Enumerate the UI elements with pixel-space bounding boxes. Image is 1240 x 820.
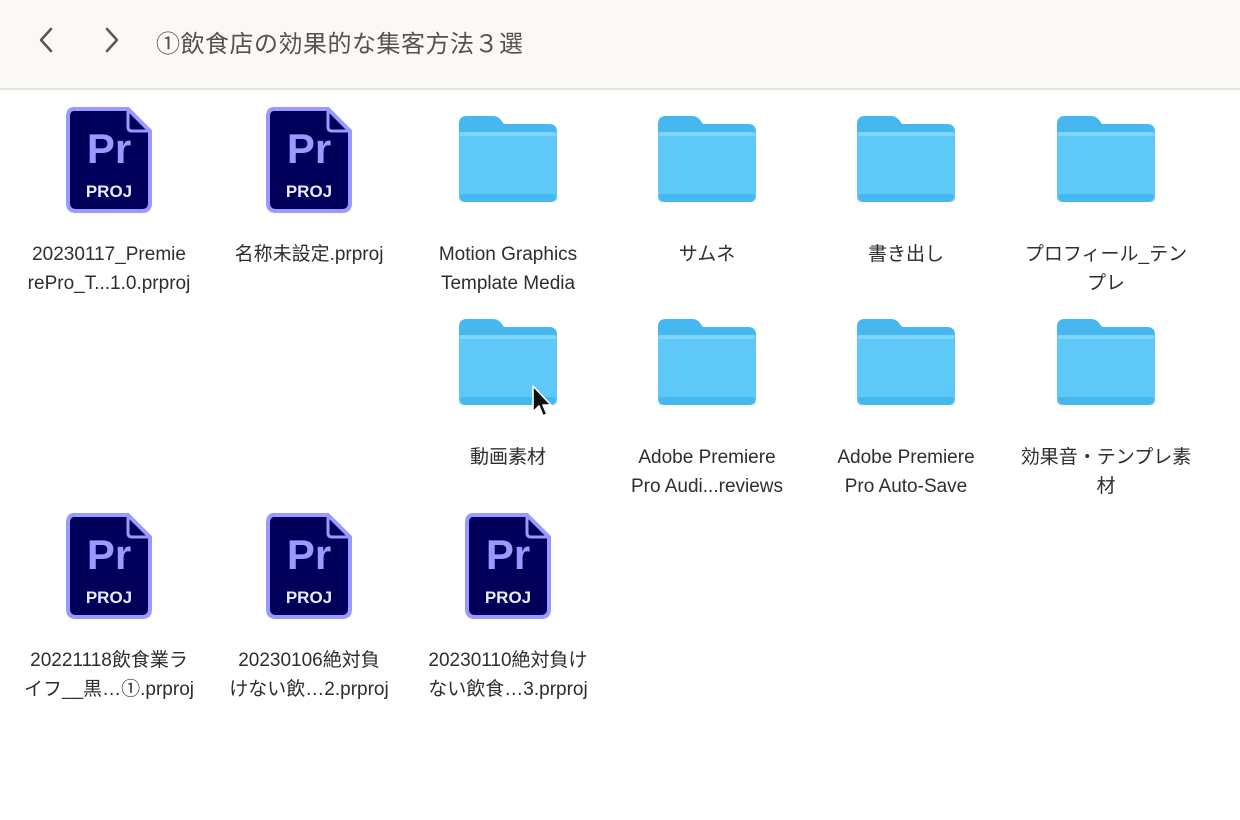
item-label: 20230110絶対負け ない飲食…3.prproj: [417, 646, 599, 704]
svg-text:PROJ: PROJ: [286, 588, 332, 607]
item-label-line1: 20221118飲食業ラ: [30, 650, 188, 671]
item-label-line1: 動画素材: [469, 447, 546, 468]
item-icon-wrap: [1011, 90, 1201, 230]
file-item[interactable]: Pr PROJ 20230117_Premie rePro_T...1.0.pr…: [14, 90, 204, 294]
folder-item[interactable]: プロフィール_テン プレ: [1011, 90, 1201, 294]
svg-text:Pr: Pr: [287, 125, 331, 172]
item-label-line1: Adobe Premiere: [638, 447, 776, 468]
file-item[interactable]: Pr PROJ 20230106絶対負 けない飲…2.prproj: [214, 496, 404, 700]
item-label: サムネ: [616, 240, 798, 269]
folder-icon: [857, 116, 955, 202]
item-label: 動画素材: [417, 443, 599, 472]
folder-icon: [459, 116, 557, 202]
svg-text:PROJ: PROJ: [286, 182, 332, 201]
item-label-line1: Adobe Premiere: [837, 447, 975, 468]
item-label: 効果音・テンプレ素 材: [1015, 443, 1197, 501]
item-label-line1: 20230106絶対負: [238, 650, 380, 671]
item-label-line2: けない飲…2.prproj: [229, 679, 389, 700]
folder-icon: [658, 319, 756, 405]
svg-text:PROJ: PROJ: [86, 182, 132, 201]
premiere-project-icon: Pr PROJ: [66, 107, 152, 213]
mouse-pointer-icon: [532, 385, 552, 417]
folder-item[interactable]: サムネ: [612, 90, 802, 280]
item-label-line2: Template Media: [440, 273, 576, 294]
item-label-line1: 20230110絶対負け: [428, 650, 588, 671]
folder-item[interactable]: 動画素材: [413, 293, 603, 483]
folder-item[interactable]: Adobe Premiere Pro Audi...reviews: [612, 293, 802, 497]
item-icon-wrap: Pr PROJ: [214, 496, 404, 636]
folder-icon: [1057, 319, 1155, 405]
svg-text:Pr: Pr: [287, 531, 331, 578]
item-label: 20221118飲食業ラ イフ__黒…①.prproj: [18, 646, 200, 704]
svg-text:Pr: Pr: [87, 531, 131, 578]
window-title: ①飲食店の効果的な集客方法３選: [156, 31, 524, 58]
item-icon-wrap: [1011, 293, 1201, 433]
item-icon-wrap: Pr PROJ: [413, 496, 603, 636]
item-icon-wrap: Pr PROJ: [14, 90, 204, 230]
premiere-project-icon: Pr PROJ: [266, 513, 352, 619]
item-icon-wrap: [413, 90, 603, 230]
item-icon-wrap: [612, 293, 802, 433]
item-icon-wrap: [612, 90, 802, 230]
item-label-line2: rePro_T...1.0.prproj: [27, 273, 191, 294]
item-label: Adobe Premiere Pro Auto-Save: [815, 443, 997, 501]
svg-text:PROJ: PROJ: [86, 588, 132, 607]
folder-item[interactable]: Adobe Premiere Pro Auto-Save: [811, 293, 1001, 497]
file-grid: Pr PROJ 20230117_Premie rePro_T...1.0.pr…: [0, 90, 1240, 820]
premiere-project-icon: Pr PROJ: [266, 107, 352, 213]
item-label: 20230106絶対負 けない飲…2.prproj: [218, 646, 400, 704]
item-label-line2: 材: [1096, 476, 1116, 497]
item-label-line1: Motion Graphics: [438, 244, 578, 265]
back-button[interactable]: [26, 20, 66, 60]
item-label-line2: Pro Audi...reviews: [630, 476, 784, 497]
file-item[interactable]: Pr PROJ 20221118飲食業ラ イフ__黒…①.prproj: [14, 496, 204, 700]
item-label-line1: サムネ: [678, 244, 736, 265]
item-label: Motion Graphics Template Media: [417, 240, 599, 298]
folder-icon: [658, 116, 756, 202]
finder-toolbar: ①飲食店の効果的な集客方法３選: [0, 0, 1240, 90]
folder-icon: [857, 319, 955, 405]
folder-item[interactable]: 書き出し: [811, 90, 1001, 280]
item-label-line1: 20230117_Premie: [32, 244, 186, 265]
premiere-project-icon: Pr PROJ: [465, 513, 551, 619]
item-label-line2: イフ__黒…①.prproj: [24, 679, 194, 700]
item-label-line1: 名称未設定.prproj: [234, 244, 384, 265]
item-icon-wrap: Pr PROJ: [214, 90, 404, 230]
chevron-left-icon: [39, 27, 53, 53]
item-label-line2: ない飲食…3.prproj: [428, 679, 588, 700]
item-label-line1: 効果音・テンプレ素: [1020, 447, 1192, 468]
premiere-project-icon: Pr PROJ: [66, 513, 152, 619]
svg-text:PROJ: PROJ: [485, 588, 531, 607]
item-label: Adobe Premiere Pro Audi...reviews: [616, 443, 798, 501]
folder-item[interactable]: Motion Graphics Template Media: [413, 90, 603, 294]
folder-item[interactable]: 効果音・テンプレ素 材: [1011, 293, 1201, 497]
item-label-line2: プレ: [1086, 273, 1125, 294]
item-label: 書き出し: [815, 240, 997, 269]
folder-icon: [1057, 116, 1155, 202]
item-label-line1: プロフィール_テン: [1024, 244, 1188, 265]
item-label: プロフィール_テン プレ: [1015, 240, 1197, 298]
item-label-line1: 書き出し: [867, 244, 944, 265]
item-label: 名称未設定.prproj: [218, 240, 400, 269]
chevron-right-icon: [105, 27, 119, 53]
item-icon-wrap: [811, 90, 1001, 230]
item-icon-wrap: Pr PROJ: [14, 496, 204, 636]
item-icon-wrap: [811, 293, 1001, 433]
file-item[interactable]: Pr PROJ 名称未設定.prproj: [214, 90, 404, 280]
svg-text:Pr: Pr: [87, 125, 131, 172]
item-label-line2: Pro Auto-Save: [844, 476, 968, 497]
file-item[interactable]: Pr PROJ 20230110絶対負け ない飲食…3.prproj: [413, 496, 603, 700]
svg-text:Pr: Pr: [486, 531, 530, 578]
forward-button[interactable]: [92, 20, 132, 60]
item-label: 20230117_Premie rePro_T...1.0.prproj: [18, 240, 200, 298]
item-icon-wrap: [413, 293, 603, 433]
